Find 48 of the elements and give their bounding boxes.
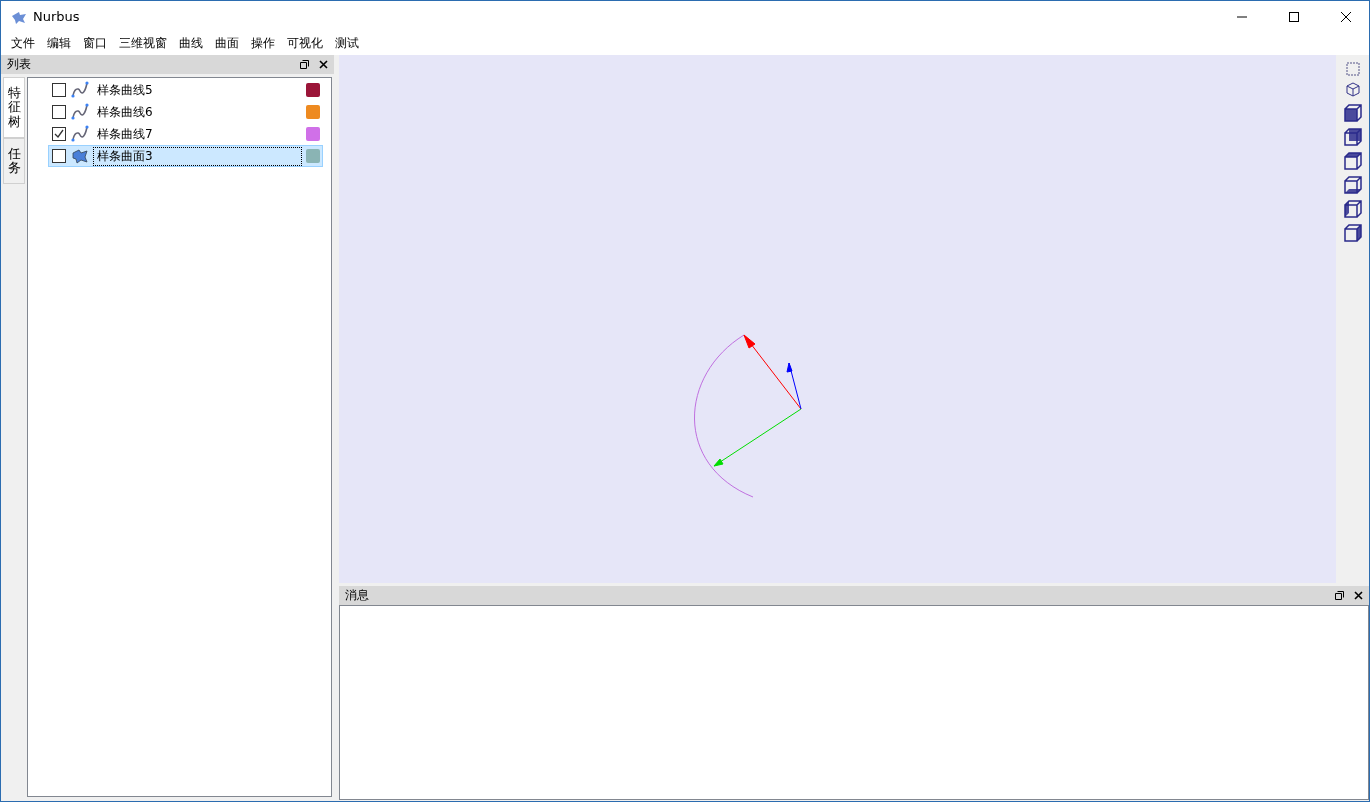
side-tab[interactable]: 任务 [3,137,25,185]
menu-item[interactable]: 文件 [5,35,41,52]
item-label: 样条曲线7 [96,125,154,143]
tree-item[interactable]: 样条曲面3 [48,145,323,167]
fit-view-icon [1344,61,1361,77]
checkmark-icon [54,129,64,139]
checkbox[interactable] [52,127,66,141]
menu-item[interactable]: 曲面 [209,35,245,52]
window-title: Nurbus [33,9,81,24]
spline-curve-icon [71,125,89,143]
close-icon[interactable] [319,60,328,69]
menu-item[interactable]: 测试 [329,35,365,52]
close-icon[interactable] [1354,591,1363,600]
tree-item[interactable]: 样条曲线6 [48,101,323,123]
tree-item[interactable]: 样条曲线7 [48,123,323,145]
item-label: 样条曲面3 [94,147,301,165]
view-cube-icon[interactable] [1342,175,1363,195]
maximize-icon [1289,11,1299,22]
menu-item[interactable]: 操作 [245,35,281,52]
side-tab[interactable]: 特征树 [3,77,25,138]
float-icon[interactable] [1335,591,1344,600]
panel-title: 列表 [7,56,32,73]
view-cube-icon[interactable] [1342,127,1363,147]
spline-surface-icon [71,147,89,165]
checkbox[interactable] [52,105,66,119]
checkbox[interactable] [52,83,66,97]
spline-curve-icon [71,81,89,99]
view-cube-icon[interactable] [1342,199,1363,219]
view-cube-icon[interactable] [1342,223,1363,243]
isometric-cube-icon [1343,81,1362,99]
isometric-view-button[interactable] [1343,81,1362,99]
menu-item[interactable]: 编辑 [41,35,77,52]
item-label: 样条曲线6 [96,103,154,121]
checkbox[interactable] [52,149,66,163]
menu-item[interactable]: 三维视窗 [113,35,173,52]
item-label: 样条曲线5 [96,81,154,99]
menu-item[interactable]: 曲线 [173,35,209,52]
float-icon[interactable] [300,60,309,69]
spline-curve-icon [71,103,89,121]
panel-title: 消息 [345,587,370,604]
view-cube-icon[interactable] [1342,103,1363,123]
z-axis-arrow [786,362,802,410]
menu-item[interactable]: 窗口 [77,35,113,52]
menu-item[interactable]: 可视化 [281,35,329,52]
tree-item[interactable]: 样条曲线5 [48,79,323,101]
close-icon [1341,11,1351,22]
app-logo-icon [11,9,27,24]
view-cube-icon[interactable] [1342,151,1363,171]
